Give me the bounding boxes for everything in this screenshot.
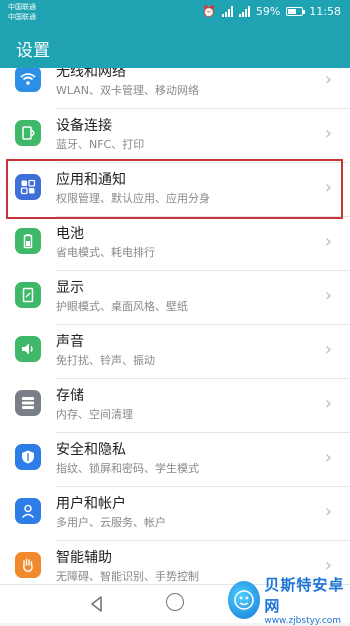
- settings-item-sound[interactable]: 声音 免打扰、铃声、振动 ›: [0, 325, 350, 379]
- display-icon: [15, 282, 41, 308]
- signal-icon-2: [238, 6, 250, 17]
- settings-item-subtitle: 省电模式、耗电排行: [56, 246, 155, 259]
- chevron-right-icon: ›: [324, 393, 332, 414]
- settings-item-subtitle: 指纹、锁屏和密码、学生模式: [56, 462, 199, 475]
- carrier-label-2: 中国联通: [8, 13, 36, 21]
- clock: 11:58: [309, 5, 341, 18]
- watermark-logo: [228, 581, 261, 619]
- settings-item-subtitle: 无障碍、智能识别、手势控制: [56, 570, 199, 583]
- signal-icon: [221, 6, 233, 17]
- battery-icon: [15, 228, 41, 254]
- carrier-label-1: 中国联通: [8, 3, 36, 11]
- settings-item-title: 无线和网络: [56, 68, 126, 80]
- user-icon: [15, 498, 41, 524]
- settings-item-title: 显示: [56, 280, 84, 296]
- settings-item-storage[interactable]: 存储 内存、空间清理 ›: [0, 379, 350, 433]
- watermark-url: www.zjbstyy.com: [264, 616, 342, 626]
- settings-item-title: 声音: [56, 334, 84, 350]
- settings-item-subtitle: WLAN、双卡管理、移动网络: [56, 84, 200, 97]
- status-bar: 中国联通 中国联通 ⏰ 59% 11:58: [0, 0, 350, 26]
- alarm-icon: ⏰: [202, 5, 216, 18]
- settings-item-subtitle: 内存、空间清理: [56, 408, 133, 421]
- storage-icon: [15, 390, 41, 416]
- chevron-right-icon: ›: [324, 69, 332, 90]
- wifi-icon: [15, 68, 41, 92]
- chevron-right-icon: ›: [324, 231, 332, 252]
- device-connection-icon: [15, 120, 41, 146]
- chevron-right-icon: ›: [324, 555, 332, 576]
- settings-item-title: 设备连接: [56, 118, 112, 134]
- settings-item-battery[interactable]: 电池 省电模式、耗电排行 ›: [0, 217, 350, 271]
- shield-icon: [15, 444, 41, 470]
- settings-item-users-accounts[interactable]: 用户和帐户 多用户、云服务、帐户 ›: [0, 487, 350, 541]
- settings-item-security-privacy[interactable]: 安全和隐私 指纹、锁屏和密码、学生模式 ›: [0, 433, 350, 487]
- chevron-right-icon: ›: [324, 339, 332, 360]
- settings-item-network[interactable]: 无线和网络 WLAN、双卡管理、移动网络 ›: [0, 68, 350, 109]
- chevron-right-icon: ›: [324, 123, 332, 144]
- settings-item-subtitle: 护眼模式、桌面风格、壁纸: [56, 300, 188, 313]
- battery-icon: [286, 7, 306, 16]
- page-title: 设置: [16, 41, 50, 61]
- settings-item-title: 智能辅助: [56, 550, 112, 566]
- settings-item-title: 用户和帐户: [56, 496, 126, 512]
- chevron-right-icon: ›: [324, 447, 332, 468]
- watermark-name: 贝斯特安卓网: [264, 576, 345, 615]
- sound-icon: [15, 336, 41, 362]
- settings-item-subtitle: 免打扰、铃声、振动: [56, 354, 155, 367]
- settings-item-device-connection[interactable]: 设备连接 蓝牙、NFC、打印 ›: [0, 109, 350, 163]
- back-icon[interactable]: [87, 594, 107, 614]
- battery-percent: 59%: [255, 5, 281, 18]
- settings-list[interactable]: 无线和网络 WLAN、双卡管理、移动网络 › 设备连接 蓝牙、NFC、打印 › …: [0, 68, 350, 584]
- settings-item-title: 电池: [56, 226, 84, 242]
- hand-icon: [15, 552, 41, 578]
- settings-item-subtitle: 蓝牙、NFC、打印: [56, 138, 145, 151]
- chevron-right-icon: ›: [324, 285, 332, 306]
- watermark: 贝斯特安卓网 www.zjbstyy.com: [228, 576, 346, 626]
- highlight-box: [6, 159, 343, 219]
- home-icon[interactable]: [166, 593, 184, 611]
- settings-item-subtitle: 多用户、云服务、帐户: [56, 516, 166, 529]
- settings-item-display[interactable]: 显示 护眼模式、桌面风格、壁纸 ›: [0, 271, 350, 325]
- app-header: 设置: [0, 26, 350, 68]
- settings-item-title: 存储: [56, 388, 84, 404]
- settings-item-title: 安全和隐私: [56, 442, 126, 458]
- chevron-right-icon: ›: [324, 501, 332, 522]
